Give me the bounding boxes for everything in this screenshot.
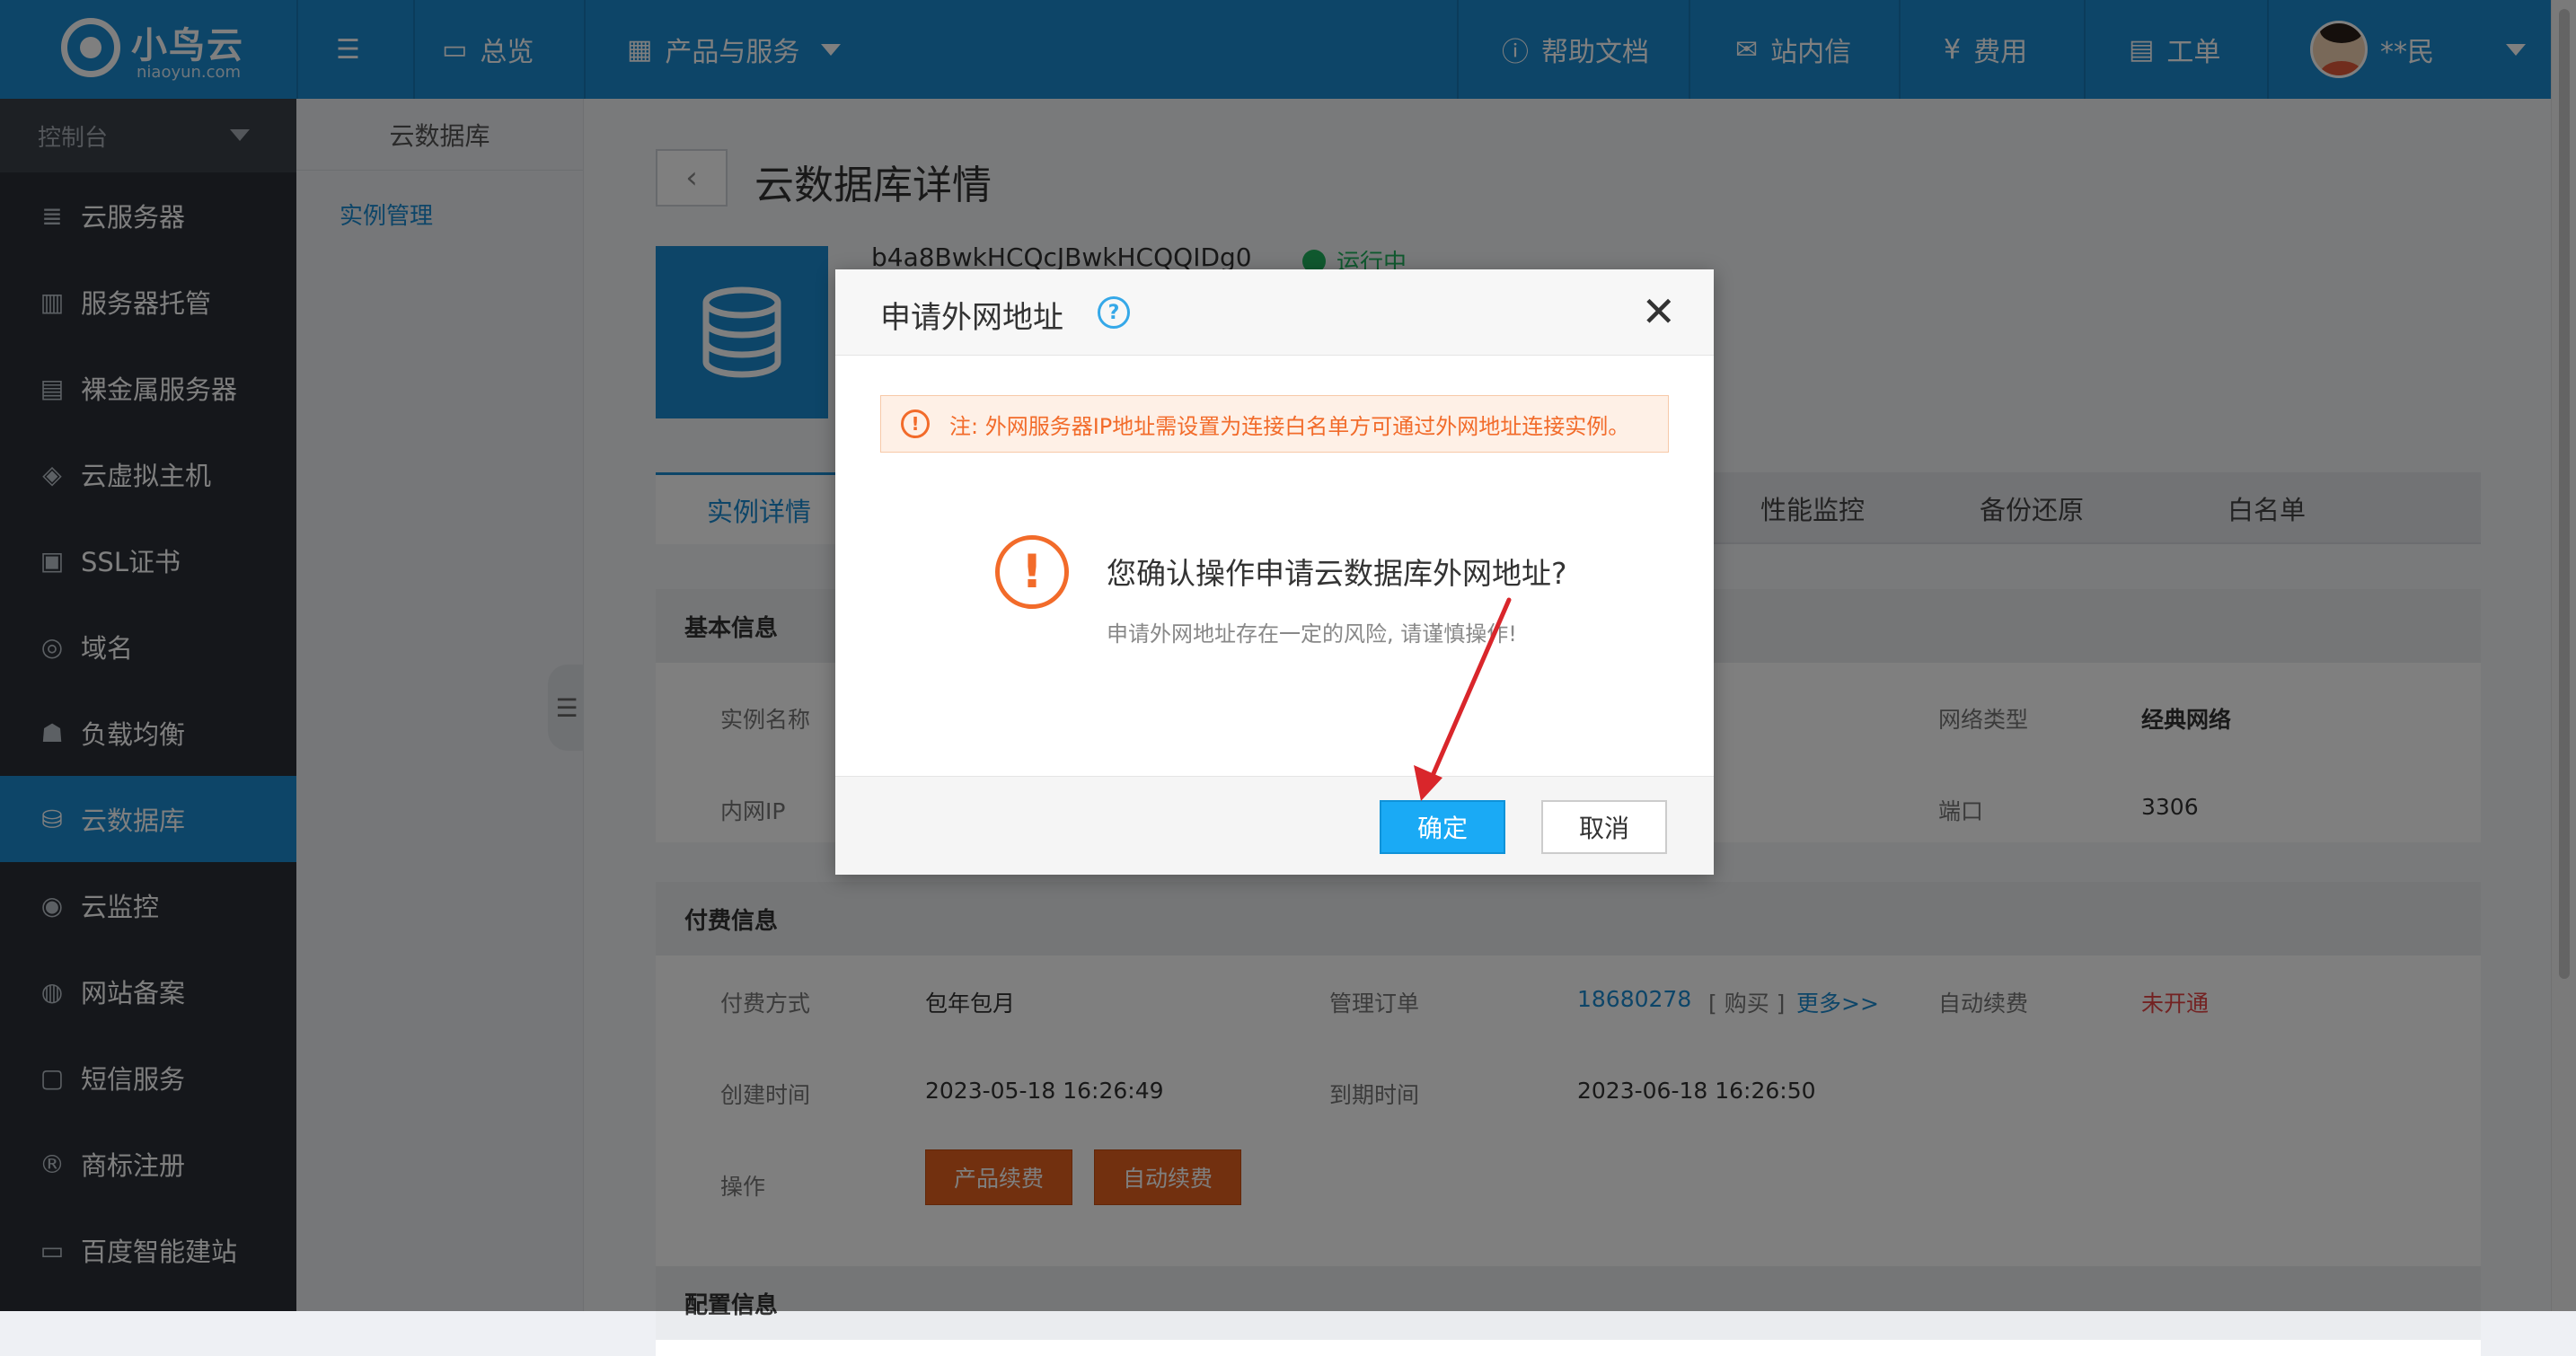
annotation-arrow-icon [1414,597,1512,801]
